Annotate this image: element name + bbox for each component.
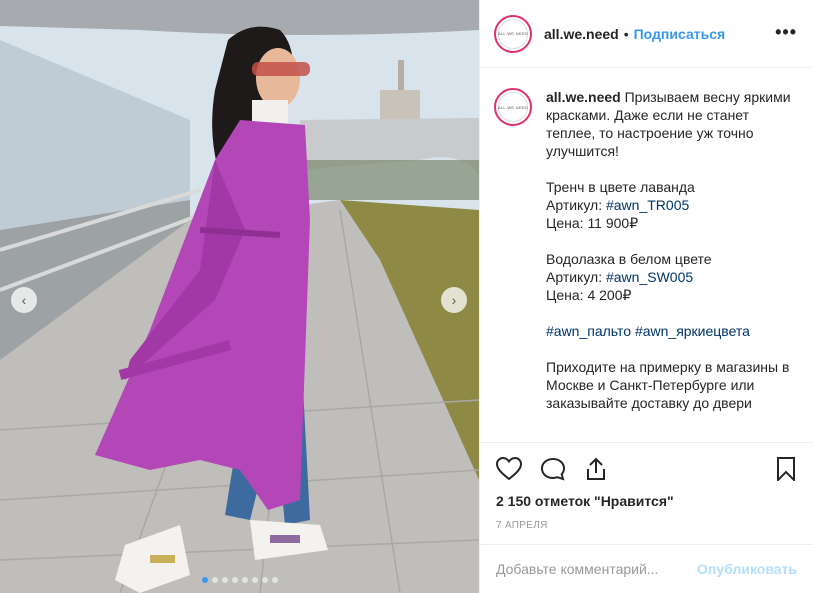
more-options-icon[interactable]: •••	[775, 22, 797, 43]
header-separator: •	[623, 25, 629, 42]
item2-price: Цена: 4 200₽	[546, 287, 632, 303]
chevron-left-icon: ‹	[21, 292, 27, 308]
carousel-dot	[271, 577, 278, 583]
carousel-indicator	[0, 577, 479, 583]
item2-article-label: Артикул:	[546, 269, 606, 285]
chevron-right-icon: ›	[451, 292, 457, 308]
carousel-dot	[221, 577, 228, 583]
item1-article-tag[interactable]: #awn_TR005	[606, 197, 689, 213]
post-date: 7 АПРЕЛЯ	[496, 520, 548, 531]
caption-outro: Приходите на примерку в магазины в Москв…	[546, 359, 790, 411]
carousel-dot	[241, 577, 248, 583]
follow-button[interactable]: Подписаться	[634, 26, 726, 42]
avatar-logo: ALL.WE.NEED	[498, 18, 528, 49]
caption-area: ALL.WE.NEED all.we.need Призываем весну …	[480, 68, 813, 440]
likes-count[interactable]: 2 150 отметок "Нравится"	[496, 493, 674, 509]
carousel-next-button[interactable]: ›	[441, 287, 467, 313]
item1-name: Тренч в цвете лаванда	[546, 179, 695, 195]
caption-avatar[interactable]: ALL.WE.NEED	[494, 88, 532, 126]
avatar-logo: ALL.WE.NEED	[498, 92, 528, 122]
item2-article-tag[interactable]: #awn_SW005	[606, 269, 693, 285]
carousel-dot	[231, 577, 238, 583]
carousel-dot	[251, 577, 258, 583]
post-sidebar: ALL.WE.NEED all.we.need • Подписаться ••…	[479, 0, 813, 593]
comment-input[interactable]	[496, 561, 698, 577]
bookmark-icon[interactable]	[776, 457, 796, 481]
heart-icon[interactable]	[496, 457, 522, 481]
avatar[interactable]: ALL.WE.NEED	[494, 14, 532, 53]
photo-scene	[0, 0, 479, 593]
action-bar	[480, 442, 813, 492]
carousel-dot	[201, 577, 208, 583]
caption-username[interactable]: all.we.need	[546, 89, 621, 105]
instagram-post: ‹ › ALL.WE.NEED all.we.need • Подписатьс…	[0, 0, 813, 593]
carousel-dot	[211, 577, 218, 583]
item2-name: Водолазка в белом цвете	[546, 251, 712, 267]
post-photo[interactable]: ‹ ›	[0, 0, 479, 593]
publish-button[interactable]: Опубликовать	[697, 561, 797, 577]
comment-icon[interactable]	[540, 457, 566, 481]
share-icon[interactable]	[584, 457, 608, 481]
hashtag-coat[interactable]: #awn_пальто	[546, 323, 631, 339]
hashtag-bright-colors[interactable]: #awn_яркиецвета	[635, 323, 750, 339]
caption-text: all.we.need Призываем весну яркими краск…	[546, 88, 799, 440]
carousel-prev-button[interactable]: ‹	[11, 287, 37, 313]
post-header: ALL.WE.NEED all.we.need • Подписаться ••…	[480, 0, 813, 68]
comment-box: Опубликовать	[480, 544, 813, 593]
item1-article-label: Артикул:	[546, 197, 606, 213]
carousel-dot	[261, 577, 268, 583]
username-link[interactable]: all.we.need	[544, 26, 619, 42]
item1-price: Цена: 11 900₽	[546, 215, 639, 231]
